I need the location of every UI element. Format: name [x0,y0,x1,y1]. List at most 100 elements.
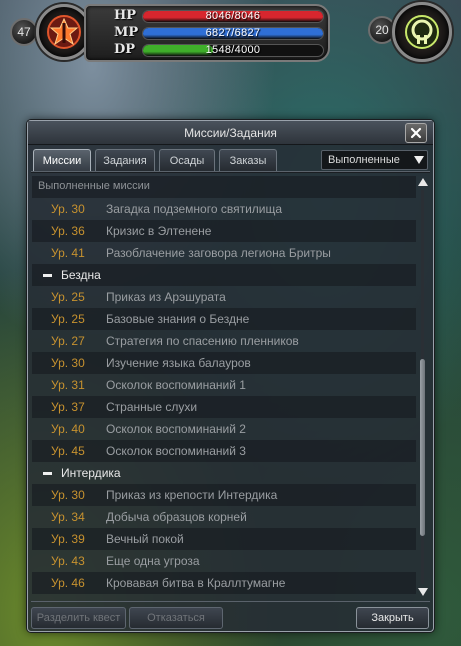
mission-name: Загадка подземного святилища [106,202,283,216]
close-button[interactable]: Закрыть [356,607,429,629]
mission-name: Еще одна угроза [106,554,200,568]
tab-missions[interactable]: Миссии [33,149,91,171]
mission-name: Кризис в Элтенене [106,224,212,238]
mission-name: Странные слухи [106,400,198,414]
mission-level: Ур. 37 [51,400,85,414]
mission-row[interactable]: Ур. 37 Странные слухи [32,396,416,418]
mission-row[interactable]: Ур. 34 Добыча образцов корней [32,506,416,528]
share-quest-button[interactable]: Разделить квест [31,607,126,629]
category-label: Бездна [61,268,101,282]
mission-row[interactable]: Ур. 25 Приказ из Арэшурата [32,286,416,308]
dp-label: DP [114,42,136,57]
missions-dialog: Миссии/Задания Миссии Задания Осады Зака… [27,120,434,632]
abandon-label: Отказаться [147,612,205,624]
target-level: 20 [375,23,389,37]
mission-name: Разоблачение заговора легиона Бритры [106,246,331,260]
mission-level: Ур. 36 [51,224,85,238]
dp-row: DP 1548/4000 [114,42,326,58]
mission-level: Ур. 34 [51,510,85,524]
mission-level: Ур. 30 [51,356,85,370]
hp-value: 8046/8046 [205,10,261,22]
mission-level: Ур. 41 [51,246,85,260]
list-header-label: Выполненные миссии [38,180,150,192]
tab-orders-label: Заказы [229,154,267,167]
mission-row[interactable]: Ур. 31 Осколок воспоминаний 1 [32,374,416,396]
tab-missions-label: Миссии [42,154,82,167]
mission-level: Ур. 30 [51,488,85,502]
close-label: Закрыть [371,612,414,624]
mission-list: Выполненные миссии Ур. 30 Загадка подземно… [32,176,416,598]
mission-row[interactable]: Ур. 41 Разоблачение заговора легиона Брит… [32,242,416,264]
category-label: Интердика [61,466,121,480]
mission-row[interactable]: Ур. 46 Кровавая битва в Краллтумагне [32,572,416,594]
tab-sieges[interactable]: Осады [159,149,215,171]
target-portrait[interactable] [392,2,452,62]
mission-level: Ур. 27 [51,334,85,348]
close-icon [410,127,422,139]
stats-frame: HP 8046/8046 MP 6827/6827 DP 1548/4000 [84,4,330,62]
mission-row[interactable]: Ур. 30 Приказ из крепости Интердика [32,484,416,506]
mission-name: Осколок воспоминаний 3 [106,444,246,458]
mission-level: Ур. 45 [51,444,85,458]
mission-row[interactable]: Ур. 45 Осколок воспоминаний 3 [32,440,416,462]
mission-level: Ур. 40 [51,422,85,436]
mission-name: Кровавая битва в Краллтумагне [106,576,286,590]
hp-label: HP [114,8,137,23]
mission-row[interactable]: Ур. 43 Еще одна угроза [32,550,416,572]
collapse-icon[interactable] [43,274,52,277]
mission-level: Ур. 31 [51,378,85,392]
mp-bar: 6827/6827 [142,27,324,40]
mission-name: Приказ из Арэшурата [106,290,226,304]
completed-missions-header: Выполненные миссии [32,176,416,198]
chevron-down-icon [414,156,424,164]
mission-level: Ур. 43 [51,554,85,568]
player-level-badge: 47 [10,18,38,46]
mission-row[interactable]: Ур. 27 Стратегия по спасению пленников [32,330,416,352]
status-filter-value: Выполненные [328,154,400,166]
mission-level: Ур. 25 [51,312,85,326]
tab-orders[interactable]: Заказы [219,149,277,171]
mp-row: MP 6827/6827 [114,25,326,41]
scroll-up-arrow[interactable] [418,178,428,186]
mission-name: Добыча образцов корней [106,510,247,524]
class-emblem-icon [47,15,81,49]
mission-name: Осколок воспоминаний 2 [106,422,246,436]
mission-name: Вечный покой [106,532,184,546]
mp-label: MP [114,25,139,40]
player-level: 47 [17,25,31,39]
footer-divider [31,601,430,602]
mission-name: Приказ из крепости Интердика [106,488,278,502]
mission-level: Ур. 30 [51,202,85,216]
tab-sieges-label: Осады [169,154,205,167]
mission-row[interactable]: Ур. 36 Кризис в Элтенене [32,220,416,242]
dialog-titlebar[interactable]: Миссии/Задания [28,121,433,145]
status-filter-dropdown[interactable]: Выполненные [321,150,428,170]
share-quest-label: Разделить квест [36,612,121,624]
dp-value: 1548/4000 [205,44,261,56]
close-x-button[interactable] [405,123,427,143]
collapse-icon[interactable] [43,472,52,475]
category-row[interactable]: Бездна [32,264,416,286]
scroll-thumb[interactable] [420,359,425,536]
mission-row[interactable]: Ур. 40 Осколок воспоминаний 2 [32,418,416,440]
dialog-title: Миссии/Задания [184,126,277,140]
mission-name: Базовые знания о Бездне [106,312,250,326]
mission-name: Стратегия по спасению пленников [106,334,299,348]
tab-quests-label: Задания [103,154,147,167]
tab-quests[interactable]: Задания [95,149,155,171]
abandon-button[interactable]: Отказаться [129,607,223,629]
scroll-down-arrow[interactable] [418,588,428,596]
mission-row[interactable]: Ур. 30 Изучение языка балауров [32,352,416,374]
mission-level: Ур. 25 [51,290,85,304]
mission-row[interactable]: Ур. 30 Загадка подземного святилища [32,198,416,220]
mission-row[interactable]: Ур. 39 Вечный покой [32,528,416,550]
dp-bar: 1548/4000 [142,44,324,57]
mp-value: 6827/6827 [205,27,261,39]
mission-level: Ур. 46 [51,576,85,590]
hp-bar: 8046/8046 [142,10,324,23]
list-scrollbar[interactable] [417,176,429,598]
mission-name: Изучение языка балауров [106,356,251,370]
category-row[interactable]: Интердика [32,462,416,484]
mission-row[interactable]: Ур. 25 Базовые знания о Бездне [32,308,416,330]
target-emblem-icon [405,15,439,49]
